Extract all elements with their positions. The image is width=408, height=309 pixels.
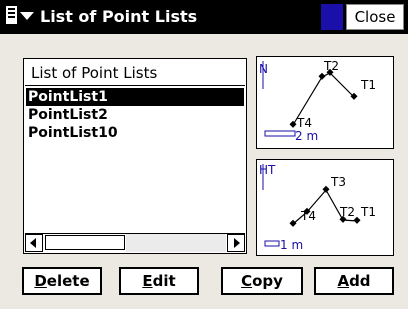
- height-label: HT: [259, 163, 276, 177]
- copy-button[interactable]: Copy: [221, 267, 303, 295]
- list-item[interactable]: PointList10: [26, 124, 244, 142]
- title-bar: List of Point Lists Close: [0, 0, 408, 34]
- profile-view-preview: HT T3 T4 T2 T1 1 m: [256, 159, 394, 256]
- mnemonic: A: [337, 272, 350, 290]
- point-label: T1: [360, 78, 376, 92]
- label-rest: dit: [152, 272, 176, 290]
- mnemonic: E: [142, 272, 153, 290]
- point-label: T1: [360, 205, 376, 219]
- plan-view-preview: N T2 T1 T4 2 m: [256, 56, 394, 149]
- horizontal-scrollbar[interactable]: [25, 233, 245, 252]
- list-item[interactable]: PointList1: [26, 88, 244, 106]
- scale-label: 2 m: [295, 129, 318, 143]
- scroll-right-button[interactable]: [227, 234, 245, 252]
- window-title: List of Point Lists: [40, 7, 198, 26]
- point-label: T4: [296, 116, 312, 130]
- point-label: T3: [330, 175, 346, 189]
- point-lists-listbox[interactable]: List of Point Lists PointList1 PointList…: [23, 58, 247, 254]
- point-label: T4: [300, 209, 316, 223]
- list-header: List of Point Lists: [25, 60, 245, 86]
- list-item[interactable]: PointList2: [26, 106, 244, 124]
- start-menu-icon[interactable]: [4, 4, 38, 29]
- edit-button[interactable]: Edit: [119, 267, 199, 295]
- scroll-track[interactable]: [126, 234, 226, 252]
- add-button[interactable]: Add: [314, 267, 394, 295]
- label-rest: dd: [349, 272, 371, 290]
- arrow-right-icon: [234, 238, 240, 248]
- list-items: PointList1 PointList2 PointList10: [26, 88, 244, 142]
- point-label: T2: [323, 59, 339, 73]
- close-button[interactable]: Close: [346, 4, 404, 30]
- mnemonic: C: [241, 272, 253, 290]
- label-rest: opy: [252, 272, 283, 290]
- scroll-left-button[interactable]: [25, 234, 43, 252]
- scroll-thumb[interactable]: [45, 235, 125, 250]
- delete-button[interactable]: Delete: [22, 267, 102, 295]
- status-indicator: [321, 4, 343, 30]
- scale-label: 1 m: [280, 238, 303, 252]
- label-rest: elete: [46, 272, 90, 290]
- mnemonic: D: [34, 272, 47, 290]
- arrow-left-icon: [30, 238, 36, 248]
- point-label: T2: [339, 205, 355, 219]
